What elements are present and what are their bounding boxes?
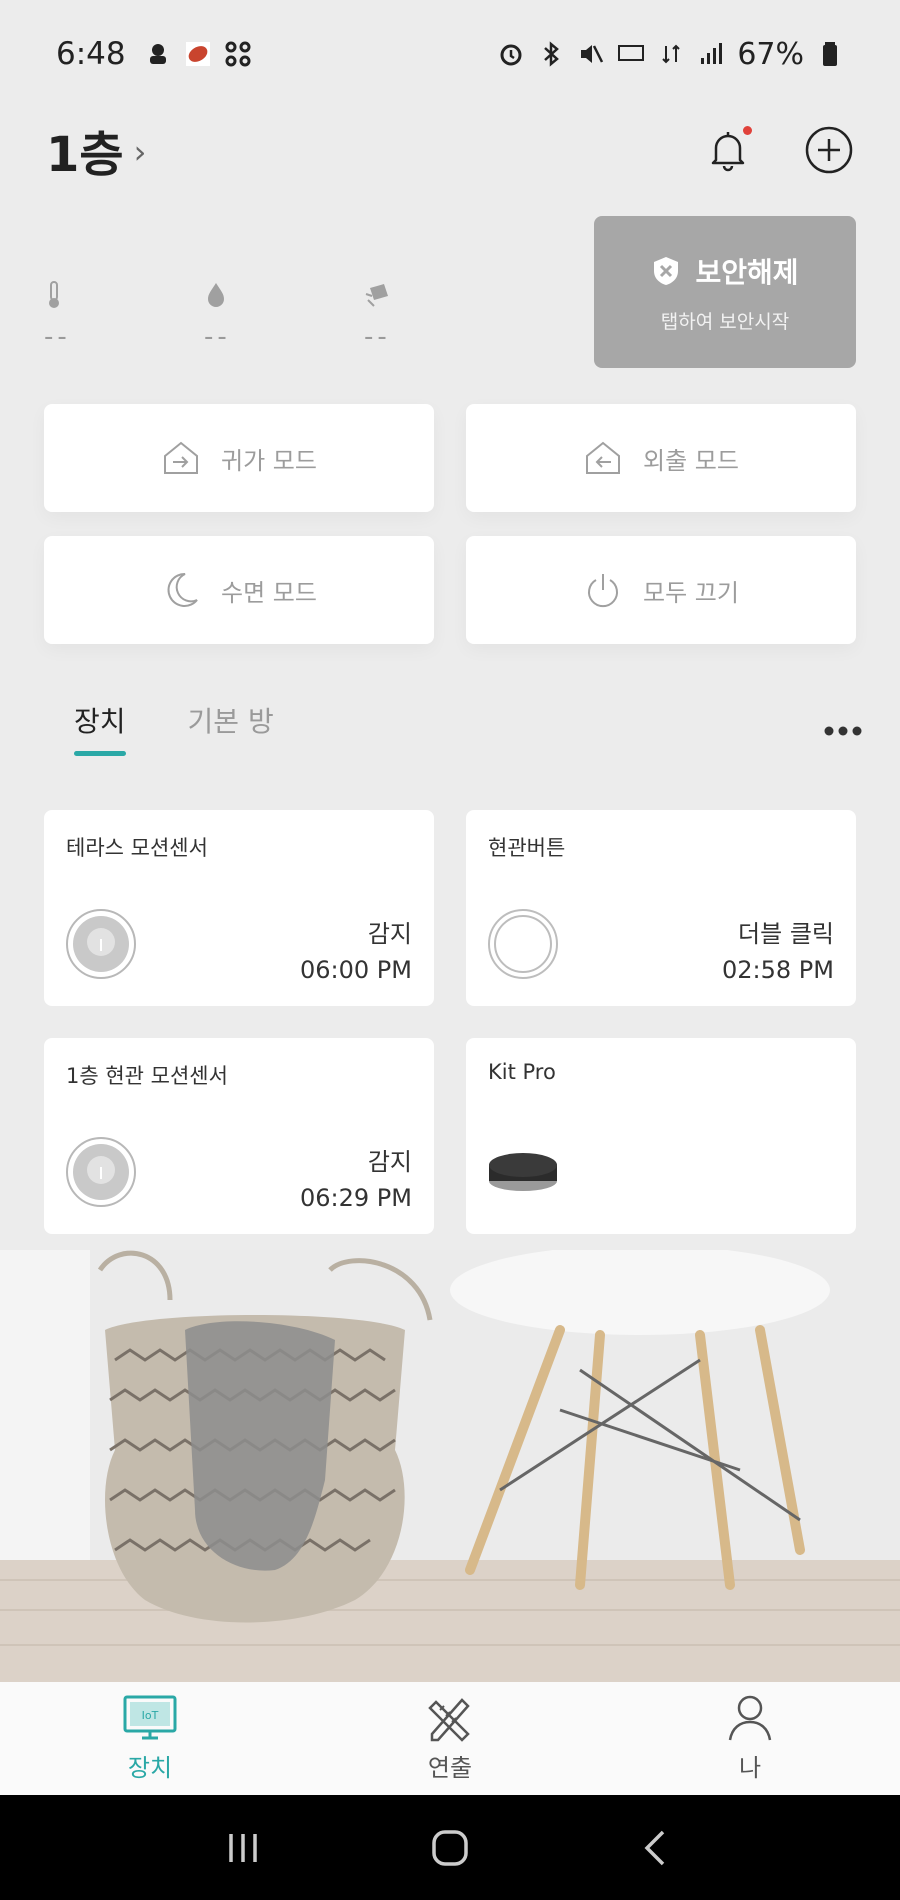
notification-app-icon <box>149 44 166 64</box>
status-notification-icons <box>144 40 252 68</box>
mode-label: 모두 끄기 <box>643 578 739 607</box>
light-icon <box>365 284 388 307</box>
more-options-button[interactable] <box>824 709 862 744</box>
device-card-kit-pro[interactable]: Kit Pro <box>466 1038 856 1234</box>
motion-sensor-icon <box>66 909 136 979</box>
device-name: 테라스 모션센서 <box>66 836 208 860</box>
room-tabs: 장치 기본 방 <box>74 700 864 756</box>
temperature-readout: -- <box>44 280 84 352</box>
nav-devices[interactable]: IoT 장치 <box>0 1694 300 1783</box>
device-name: 현관버튼 <box>488 836 566 860</box>
moon-icon <box>167 572 198 607</box>
nav-me[interactable]: 나 <box>600 1694 900 1783</box>
mute-icon <box>581 45 604 63</box>
iot-glyph: IoT <box>142 1709 159 1722</box>
tab-default-room[interactable]: 기본 방 <box>188 700 274 752</box>
security-toggle-button[interactable]: 보안해제 탭하여 보안시작 <box>594 216 856 368</box>
device-status-time: 06:29 PM <box>300 1184 412 1212</box>
nav-label: 연출 <box>427 1754 473 1782</box>
signal-icon <box>701 43 723 64</box>
bottom-navigation: IoT 장치 연출 나 <box>0 1682 900 1795</box>
bluetooth-icon <box>544 41 560 67</box>
humidity-value: -- <box>204 322 231 352</box>
status-system-icons: 67% <box>497 37 844 72</box>
nav-scenes[interactable]: 연출 <box>300 1694 600 1783</box>
battery-percent: 67% <box>737 36 804 72</box>
light-readout: -- <box>364 280 404 352</box>
device-status-state: 더블 클릭 <box>738 920 834 948</box>
nav-label: 나 <box>738 1754 762 1782</box>
device-name: Kit Pro <box>488 1060 556 1084</box>
device-status-state: 감지 <box>367 1148 412 1176</box>
notifications-button[interactable] <box>704 126 752 174</box>
mode-label: 수면 모드 <box>221 578 317 607</box>
header-actions <box>704 125 854 175</box>
hub-icon <box>489 1153 557 1191</box>
hd-voice-icon <box>618 45 645 61</box>
humidity-readout: -- <box>204 280 244 352</box>
device-status-state: 감지 <box>367 920 412 948</box>
system-navigation-bar <box>0 1795 900 1900</box>
back-icon[interactable] <box>635 1826 679 1870</box>
device-status-time: 06:00 PM <box>300 956 412 984</box>
status-bar: 6:48 67% <box>0 0 900 108</box>
security-subtitle: 탭하여 보안시작 <box>660 310 790 333</box>
device-status-time: 02:58 PM <box>722 956 834 984</box>
pencil-ruler-icon <box>428 1698 470 1742</box>
device-name: 1층 현관 모션센서 <box>66 1064 228 1088</box>
recent-apps-icon[interactable] <box>221 1826 265 1870</box>
device-status: 감지 06:29 PM <box>300 1144 412 1216</box>
security-title-row: 보안해제 <box>651 251 799 291</box>
header: 1층 › <box>0 100 900 200</box>
humidity-icon <box>208 283 224 307</box>
device-card-terrace-motion[interactable]: 테라스 모션센서 감지 06:00 PM <box>44 810 434 1006</box>
notification-dot <box>743 126 752 135</box>
lte-icon <box>662 44 681 64</box>
nav-label: 장치 <box>127 1754 173 1782</box>
background-room-illustration <box>0 1250 900 1682</box>
motion-sensor-icon <box>66 1137 136 1207</box>
security-title: 보안해제 <box>695 255 799 289</box>
button-icon <box>488 909 558 979</box>
device-status: 더블 클릭 02:58 PM <box>722 916 834 988</box>
all-off-button[interactable]: 모두 끄기 <box>466 536 856 644</box>
tab-devices[interactable]: 장치 <box>74 700 126 756</box>
shield-icon <box>654 256 679 285</box>
sleep-mode-button[interactable]: 수면 모드 <box>44 536 434 644</box>
floor-title[interactable]: 1층 <box>46 115 124 185</box>
sensor-readouts: -- -- -- <box>44 280 404 352</box>
more-dots-icon <box>824 726 862 735</box>
person-icon <box>728 1695 772 1741</box>
home-icon[interactable] <box>428 1826 472 1870</box>
mode-label: 귀가 모드 <box>221 446 317 475</box>
notification-hub-icon <box>225 41 251 67</box>
home-in-icon <box>164 441 199 474</box>
away-mode-button[interactable]: 외출 모드 <box>466 404 856 512</box>
status-time: 6:48 <box>56 36 126 72</box>
temperature-value: -- <box>44 322 71 352</box>
home-mode-button[interactable]: 귀가 모드 <box>44 404 434 512</box>
notification-ball-icon <box>185 42 210 66</box>
device-status: 감지 06:00 PM <box>300 916 412 988</box>
thermometer-icon <box>49 281 59 308</box>
iot-icon: IoT <box>123 1695 177 1740</box>
add-button[interactable] <box>804 125 854 175</box>
light-value: -- <box>364 322 391 352</box>
chevron-right-icon[interactable]: › <box>134 133 147 171</box>
device-card-1f-entrance-motion[interactable]: 1층 현관 모션센서 감지 06:29 PM <box>44 1038 434 1234</box>
device-card-entrance-button[interactable]: 현관버튼 더블 클릭 02:58 PM <box>466 810 856 1006</box>
battery-icon <box>823 42 837 66</box>
mode-label: 외출 모드 <box>643 446 739 475</box>
alarm-icon <box>500 44 522 66</box>
home-out-icon <box>586 441 621 474</box>
power-icon <box>588 574 619 608</box>
